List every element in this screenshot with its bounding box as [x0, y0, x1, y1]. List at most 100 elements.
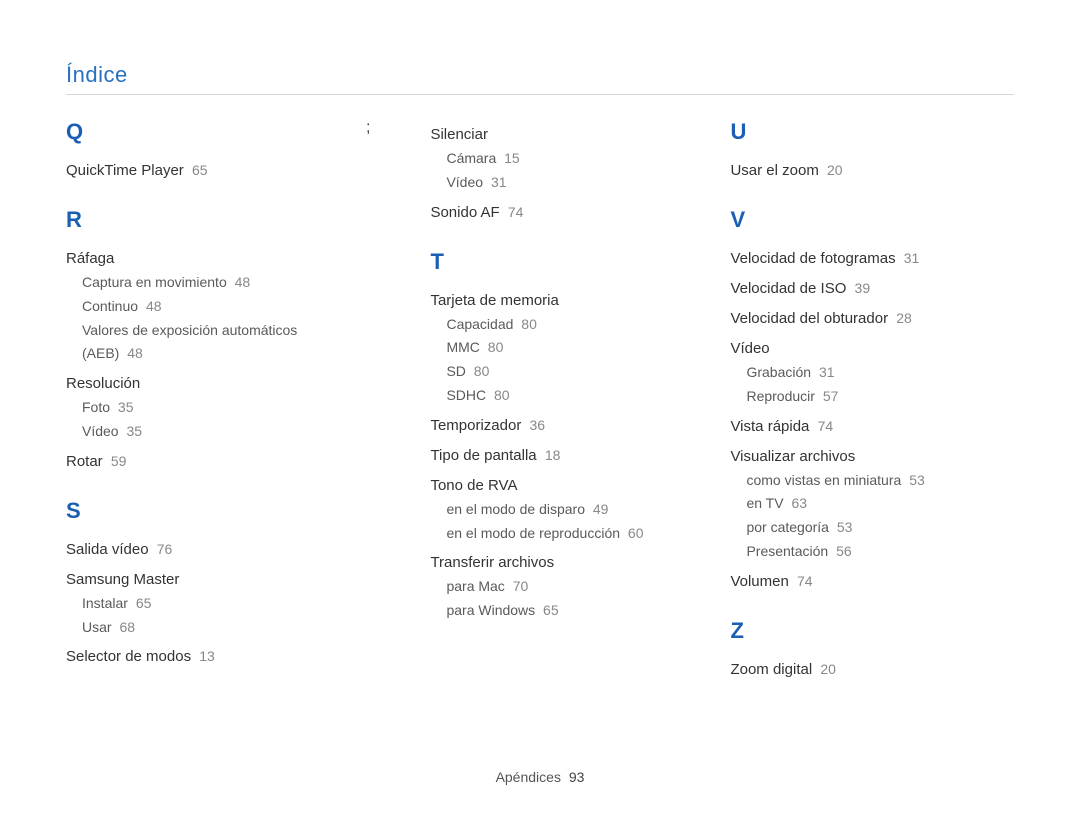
entry-vista-rapida[interactable]: Vista rápida 74 [730, 415, 980, 439]
subentry-visualizar-miniatura[interactable]: como vistas en miniatura 53 [746, 469, 980, 493]
subentry-label: Usar [82, 619, 112, 635]
subentry-rafaga-captura[interactable]: Captura en movimiento 48 [82, 271, 306, 295]
subentry-silenciar-video[interactable]: Vídeo 31 [446, 171, 670, 195]
subentry-silenciar-camara[interactable]: Cámara 15 [446, 147, 670, 171]
subentry-page: 53 [909, 472, 925, 488]
letter-t: T [430, 249, 670, 275]
entry-tipo-pantalla[interactable]: Tipo de pantalla 18 [430, 444, 670, 468]
subentry-tono-disparo[interactable]: en el modo de disparo 49 [446, 498, 670, 522]
subentry-tarjeta-sd[interactable]: SD 80 [446, 360, 670, 384]
subentry-rafaga-aeb[interactable]: Valores de exposición automáticos (AEB) … [82, 319, 306, 367]
subentry-video-reproducir[interactable]: Reproducir 57 [746, 385, 980, 409]
entry-label: Samsung Master [66, 571, 179, 588]
letter-u: U [730, 119, 980, 145]
entry-page: 31 [904, 250, 920, 266]
subentry-visualizar-tv[interactable]: en TV 63 [746, 492, 980, 516]
entry-tarjeta: Tarjeta de memoria [430, 289, 670, 313]
subentry-samsung-instalar[interactable]: Instalar 65 [82, 592, 306, 616]
entry-temporizador[interactable]: Temporizador 36 [430, 414, 670, 438]
entry-silenciar: Silenciar [430, 123, 670, 147]
entry-label: Tarjeta de memoria [430, 292, 558, 309]
footer-page: 93 [569, 769, 585, 785]
subentry-page: 80 [474, 363, 490, 379]
entry-selector-modos[interactable]: Selector de modos 13 [66, 645, 306, 669]
subentry-video-grabacion[interactable]: Grabación 31 [746, 361, 980, 385]
entry-label: Zoom digital [730, 661, 812, 678]
entry-label: Resolución [66, 375, 140, 392]
index-page: Índice Q QuickTime Player 65 R Ráfaga Ca… [0, 0, 1080, 815]
subentry-tarjeta-mmc[interactable]: MMC 80 [446, 336, 670, 360]
subentry-page: 80 [494, 387, 510, 403]
subentry-samsung-usar[interactable]: Usar 68 [82, 616, 306, 640]
entry-label: Tipo de pantalla [430, 447, 536, 464]
title-rule [66, 94, 1014, 95]
entry-transferir: Transferir archivos [430, 551, 670, 575]
subentry-page: 65 [136, 595, 152, 611]
entry-vel-iso[interactable]: Velocidad de ISO 39 [730, 277, 980, 301]
entry-sonido-af[interactable]: Sonido AF 74 [430, 201, 670, 225]
subentry-label: Captura en movimiento [82, 274, 227, 290]
entry-page: 74 [508, 204, 524, 220]
subentry-label: SD [446, 363, 465, 379]
subentry-label: Presentación [746, 543, 828, 559]
subentry-label: para Windows [446, 602, 535, 618]
entry-rotar[interactable]: Rotar 59 [66, 450, 306, 474]
subentry-page: 49 [593, 501, 609, 517]
entry-page: 20 [820, 661, 836, 677]
subentry-label: Vídeo [82, 423, 119, 439]
subentry-resolucion-foto[interactable]: Foto 35 [82, 396, 306, 420]
subentry-page: 68 [119, 619, 135, 635]
subentry-tarjeta-capacidad[interactable]: Capacidad 80 [446, 313, 670, 337]
subentry-label: en TV [746, 495, 783, 511]
subentry-transferir-mac[interactable]: para Mac 70 [446, 575, 670, 599]
entry-label: Ráfaga [66, 250, 114, 267]
entry-label: Usar el zoom [730, 162, 818, 179]
letter-s: S [66, 498, 306, 524]
entry-label: Vista rápida [730, 418, 809, 435]
subentry-page: 60 [628, 525, 644, 541]
entry-samsung-master: Samsung Master [66, 568, 306, 592]
subentry-page: 31 [491, 174, 507, 190]
subentry-visualizar-categoria[interactable]: por categoría 53 [746, 516, 980, 540]
entry-page: 13 [199, 648, 215, 664]
entry-label: Sonido AF [430, 204, 499, 221]
subentry-label: Cámara [446, 150, 496, 166]
subentry-tono-reproduccion[interactable]: en el modo de reproducción 60 [446, 522, 670, 546]
page-footer: Apéndices 93 [0, 769, 1080, 785]
subentry-rafaga-continuo[interactable]: Continuo 48 [82, 295, 306, 319]
subentry-page: 56 [836, 543, 852, 559]
entry-vel-fotogramas[interactable]: Velocidad de fotogramas 31 [730, 247, 980, 271]
entry-resolucion: Resolución [66, 372, 306, 396]
entry-label: Selector de modos [66, 648, 191, 665]
subentry-resolucion-video[interactable]: Vídeo 35 [82, 420, 306, 444]
entry-vel-obturador[interactable]: Velocidad del obturador 28 [730, 307, 980, 331]
subentry-visualizar-presentacion[interactable]: Presentación 56 [746, 540, 980, 564]
entry-volumen[interactable]: Volumen 74 [730, 570, 980, 594]
subentry-page: 80 [521, 316, 537, 332]
entry-label: Salida vídeo [66, 541, 149, 558]
entry-label: Velocidad de ISO [730, 280, 846, 297]
subentry-page: 65 [543, 602, 559, 618]
entry-rafaga: Ráfaga [66, 247, 306, 271]
subentry-tarjeta-sdhc[interactable]: SDHC 80 [446, 384, 670, 408]
subentry-page: 15 [504, 150, 520, 166]
entry-salida-video[interactable]: Salida vídeo 76 [66, 538, 306, 562]
entry-label: Transferir archivos [430, 554, 554, 571]
subentry-label: Foto [82, 399, 110, 415]
footer-label: Apéndices [496, 769, 561, 785]
subentry-label: SDHC [446, 387, 486, 403]
letter-q: Q [66, 119, 306, 145]
entry-quicktime[interactable]: QuickTime Player 65 [66, 159, 306, 183]
subentry-transferir-windows[interactable]: para Windows 65 [446, 599, 670, 623]
entry-video: Vídeo [730, 337, 980, 361]
subentry-page: 35 [126, 423, 142, 439]
subentry-page: 70 [513, 578, 529, 594]
subentry-page: 80 [488, 339, 504, 355]
subentry-page: 63 [791, 495, 807, 511]
letter-v: V [730, 207, 980, 233]
subentry-page: 48 [127, 345, 143, 361]
subentry-label: Grabación [746, 364, 811, 380]
entry-zoom-digital[interactable]: Zoom digital 20 [730, 658, 980, 682]
entry-page: 39 [855, 280, 871, 296]
entry-usar-zoom[interactable]: Usar el zoom 20 [730, 159, 980, 183]
